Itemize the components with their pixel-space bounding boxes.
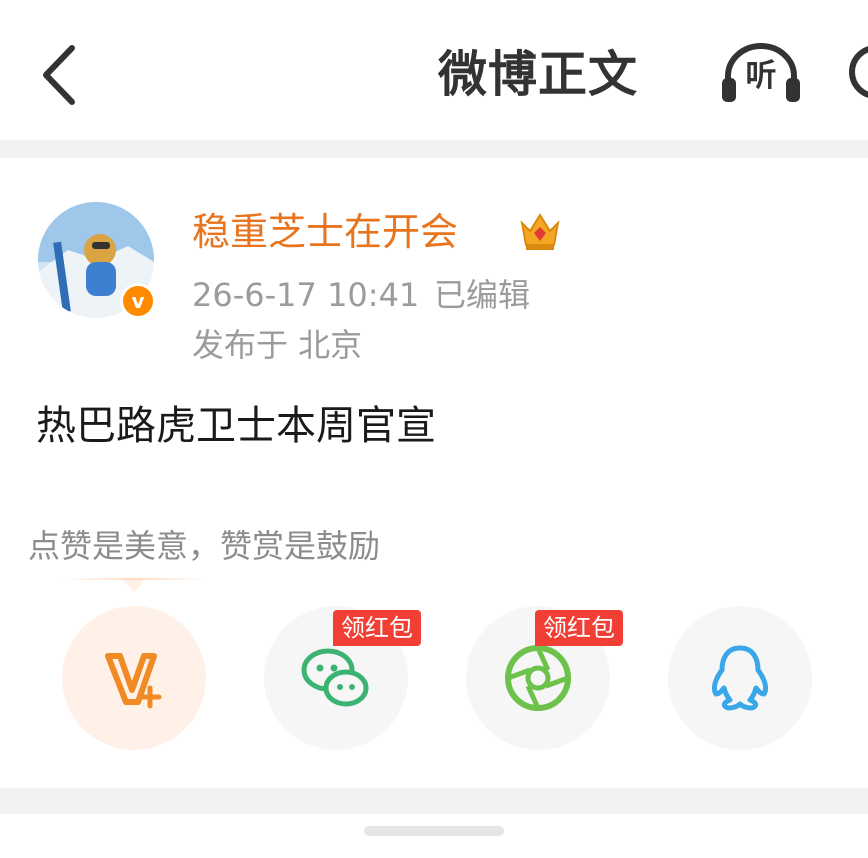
reward-button[interactable] [62, 606, 206, 750]
section-divider [0, 140, 868, 158]
top-nav-bar: 微博正文 听 [0, 0, 868, 140]
listen-label: 听 [745, 58, 777, 94]
home-indicator [364, 826, 504, 836]
post-location: 发布于 北京 [192, 326, 363, 364]
post-time: 26-6-17 10:41 [192, 276, 420, 314]
edited-label[interactable]: 已编辑 [434, 272, 530, 318]
vip-plus-icon [105, 653, 162, 709]
author-name[interactable]: 稳重芝士在开会 [192, 204, 458, 260]
moments-red-packet-tag[interactable]: 领红包 [535, 610, 623, 646]
wechat-icon [301, 648, 369, 707]
share-qq-button[interactable] [668, 606, 812, 750]
verified-badge-icon: v [120, 283, 156, 319]
wechat-red-packet-tag[interactable]: 领红包 [333, 610, 421, 646]
listen-button[interactable]: 听 [718, 40, 804, 106]
more-button[interactable] [846, 42, 868, 102]
reward-hint: 点赞是美意，赞赏是鼓励 [28, 527, 381, 565]
crown-icon[interactable] [518, 209, 562, 253]
post-content: 热巴路虎卫士本周官宣 [36, 403, 436, 449]
moments-aperture-icon [505, 645, 571, 711]
qq-penguin-icon [711, 645, 769, 711]
hint-pointer-arrow [123, 580, 145, 592]
clock-icon [849, 46, 868, 98]
section-divider-bottom [0, 788, 868, 814]
